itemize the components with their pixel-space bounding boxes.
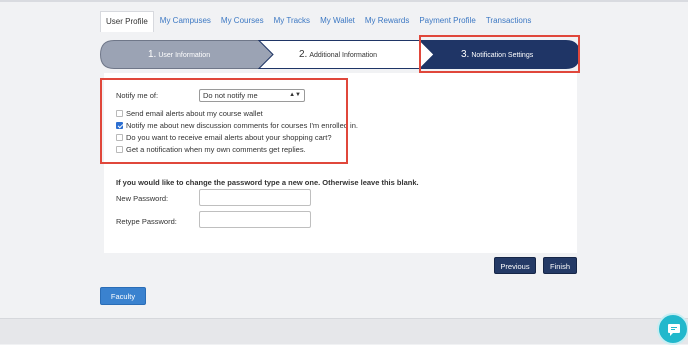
tab-my-campuses[interactable]: My Campuses xyxy=(155,11,216,31)
previous-button[interactable]: Previous xyxy=(494,257,536,274)
wizard-step-1-label: User Information xyxy=(158,52,211,59)
tab-user-profile[interactable]: User Profile xyxy=(100,11,154,32)
tab-my-courses[interactable]: My Courses xyxy=(216,11,269,31)
wizard-step-2[interactable]: 2. Additional Information xyxy=(299,40,377,69)
password-info: If you would like to change the password… xyxy=(116,178,419,187)
retype-password-input[interactable] xyxy=(199,211,311,228)
notify-section-highlight xyxy=(100,78,348,164)
tab-payment-profile[interactable]: Payment Profile xyxy=(414,11,480,31)
current-step-highlight xyxy=(419,35,580,73)
tab-transactions[interactable]: Transactions xyxy=(481,11,537,31)
wizard-step-1[interactable]: 1. User Information xyxy=(148,40,210,69)
wizard-step-1-number: 1. xyxy=(148,49,157,60)
page-footer xyxy=(0,318,688,344)
wizard-step-2-number: 2. xyxy=(299,49,308,60)
tab-my-rewards[interactable]: My Rewards xyxy=(360,11,414,31)
chat-bubble-icon xyxy=(668,324,680,336)
finish-button[interactable]: Finish xyxy=(543,257,577,274)
faculty-button[interactable]: Faculty xyxy=(100,287,146,305)
tab-my-wallet[interactable]: My Wallet xyxy=(315,11,360,31)
chat-button[interactable] xyxy=(657,313,688,345)
tab-my-tracks[interactable]: My Tracks xyxy=(269,11,315,31)
profile-tabs: User Profile My Campuses My Courses My T… xyxy=(100,11,537,32)
retype-password-label: Retype Password: xyxy=(116,217,177,226)
wizard-step-2-label: Additional Information xyxy=(309,52,378,59)
new-password-input[interactable] xyxy=(199,189,311,206)
new-password-label: New Password: xyxy=(116,194,169,203)
top-border xyxy=(0,0,688,2)
